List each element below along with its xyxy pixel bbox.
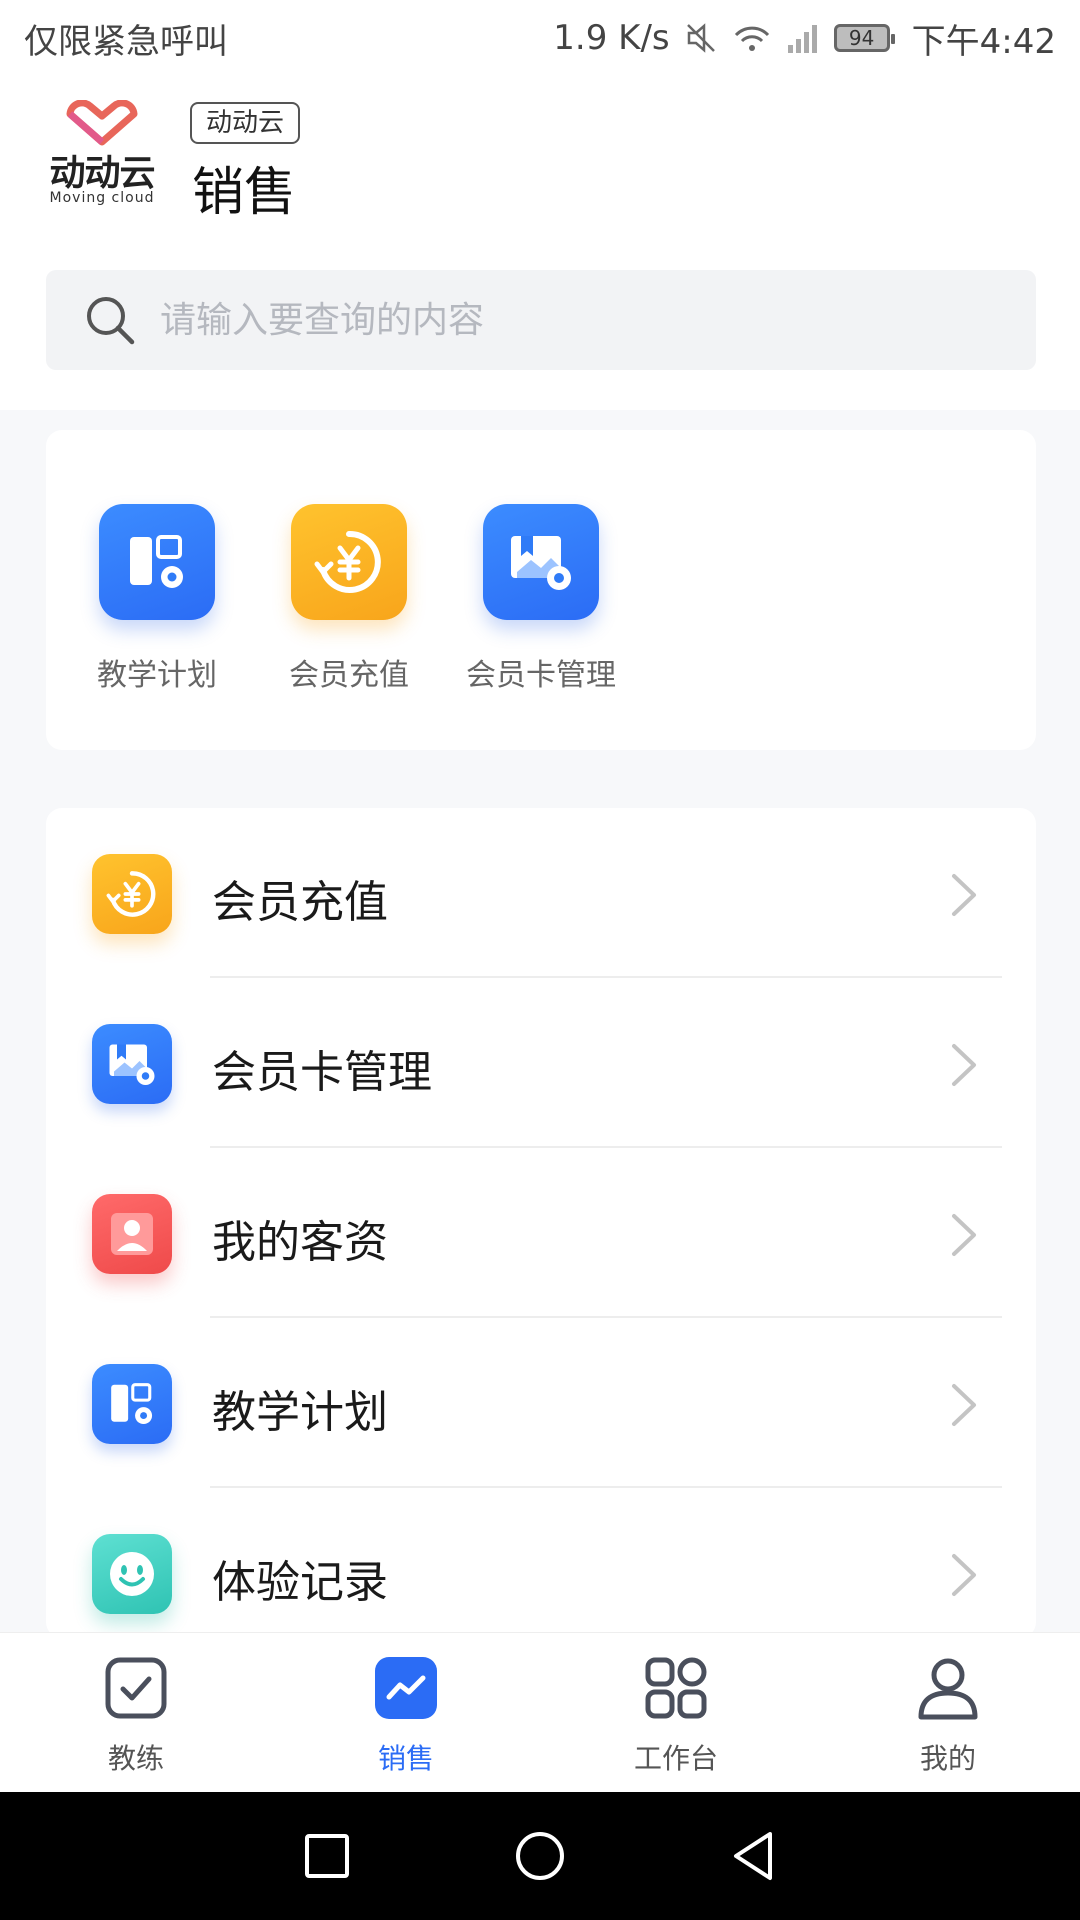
nav-label: 销售 bbox=[377, 1742, 434, 1775]
wifi-icon bbox=[734, 26, 769, 51]
trend-icon bbox=[371, 1653, 441, 1723]
quick-entry-member-card[interactable]: 会员卡管理 bbox=[456, 504, 626, 694]
clock: 下午4:42 bbox=[911, 21, 1056, 62]
yuan-recharge-icon bbox=[92, 854, 172, 934]
chevron-right-icon bbox=[952, 874, 976, 916]
menu-list: 会员充值 会员卡管理 我的客资 教学计划 体验记录 bbox=[46, 808, 1036, 1638]
list-item-label: 会员充值 bbox=[212, 877, 388, 928]
quick-entry-label: 会员卡管理 bbox=[466, 658, 616, 693]
yuan-recharge-icon bbox=[291, 504, 407, 620]
nav-tab-sales[interactable]: 销售 bbox=[326, 1653, 486, 1777]
logo-subtext: Moving cloud bbox=[49, 190, 155, 206]
smile-icon bbox=[92, 1534, 172, 1614]
list-item-label: 我的客资 bbox=[212, 1217, 388, 1268]
quick-entry-teaching-plan[interactable]: 教学计划 bbox=[72, 504, 242, 694]
signal-icon bbox=[787, 25, 817, 53]
list-item-trial-records[interactable]: 体验记录 bbox=[46, 1488, 1036, 1638]
list-item-label: 会员卡管理 bbox=[212, 1047, 432, 1098]
search-input[interactable] bbox=[160, 299, 960, 341]
screen: { "status_bar": { "carrier_text": "仅限紧急呼… bbox=[0, 0, 1080, 1920]
brand-tag[interactable]: 动动云 bbox=[190, 102, 301, 144]
list-item-recharge[interactable]: 会员充值 bbox=[46, 808, 1036, 978]
list-item-label: 体验记录 bbox=[212, 1557, 388, 1608]
logo-text: 动动云 bbox=[49, 153, 155, 194]
system-nav-bar bbox=[0, 1792, 1080, 1920]
list-item-my-customers[interactable]: 我的客资 bbox=[46, 1148, 1036, 1318]
customer-icon bbox=[92, 1194, 172, 1274]
page-title: 销售 bbox=[192, 163, 297, 223]
triangle-back-icon bbox=[734, 1832, 773, 1880]
mute-icon bbox=[686, 23, 715, 53]
person-icon bbox=[913, 1653, 983, 1723]
nav-label: 教练 bbox=[107, 1742, 164, 1775]
battery-level: 94 bbox=[848, 26, 875, 50]
search-bar[interactable] bbox=[46, 270, 1036, 370]
chevron-right-icon bbox=[952, 1384, 976, 1426]
circle-icon bbox=[515, 1832, 564, 1880]
app-logo: 动动云 Moving cloud bbox=[44, 100, 160, 210]
square-icon bbox=[304, 1834, 349, 1878]
home-button[interactable] bbox=[510, 1826, 570, 1886]
nav-label: 我的 bbox=[919, 1742, 976, 1775]
checkbox-icon bbox=[101, 1653, 171, 1723]
network-speed: 1.9 K/s bbox=[553, 18, 670, 58]
nav-tab-mine[interactable]: 我的 bbox=[868, 1653, 1028, 1777]
list-item-member-card[interactable]: 会员卡管理 bbox=[46, 978, 1036, 1148]
search-icon bbox=[87, 297, 135, 345]
bottom-nav: 教练 销售 工作台 我的 bbox=[0, 1632, 1080, 1792]
status-indicators: 1.9 K/s 94 下午4:42 bbox=[553, 14, 1056, 63]
quick-entry-recharge[interactable]: 会员充值 bbox=[264, 504, 434, 694]
carrier-text: 仅限紧急呼叫 bbox=[24, 21, 228, 62]
list-item-teaching-plan[interactable]: 教学计划 bbox=[46, 1318, 1036, 1488]
chevron-right-icon bbox=[952, 1214, 976, 1256]
recent-apps-button[interactable] bbox=[297, 1826, 357, 1886]
status-bar: 仅限紧急呼叫 1.9 K/s 94 下午4:42 bbox=[0, 0, 1080, 76]
member-card-icon bbox=[483, 504, 599, 620]
header: 动动云 Moving cloud 动动云 销售 bbox=[0, 76, 1080, 260]
chevron-right-icon bbox=[952, 1554, 976, 1596]
nav-tab-workbench[interactable]: 工作台 bbox=[596, 1653, 756, 1777]
member-card-icon bbox=[92, 1024, 172, 1104]
list-item-label: 教学计划 bbox=[212, 1387, 388, 1438]
nav-tab-coach[interactable]: 教练 bbox=[56, 1653, 216, 1777]
quick-entry-card: 教学计划 会员充值 会员卡管理 bbox=[46, 430, 1036, 750]
grid-icon bbox=[641, 1653, 711, 1723]
quick-entry-label: 会员充值 bbox=[289, 658, 409, 693]
search-section bbox=[0, 260, 1080, 410]
heart-logo-icon bbox=[66, 100, 138, 146]
teaching-plan-icon bbox=[99, 504, 215, 620]
quick-entry-label: 教学计划 bbox=[97, 658, 217, 693]
back-button[interactable] bbox=[723, 1826, 783, 1886]
battery-icon: 94 bbox=[833, 24, 895, 52]
nav-label: 工作台 bbox=[633, 1742, 718, 1775]
teaching-plan-icon bbox=[92, 1364, 172, 1444]
chevron-right-icon bbox=[952, 1044, 976, 1086]
